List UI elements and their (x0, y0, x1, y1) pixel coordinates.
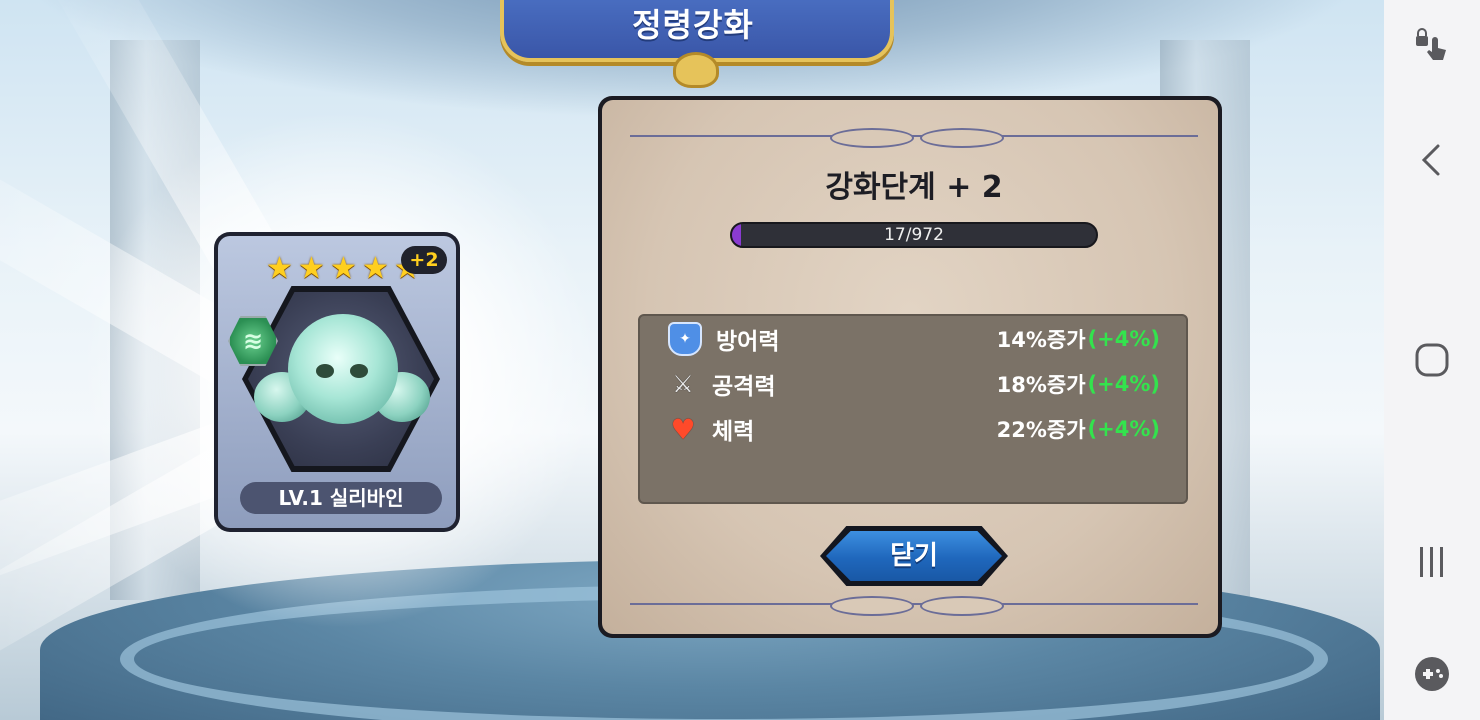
enhance-result-panel: 강화단계 + 2 17/972 ✦ 방어력 14%증가 (+4%) ⚔ 공격력 … (598, 96, 1222, 638)
enhance-level-badge: +2 (401, 246, 447, 274)
star-icon: ★ (298, 251, 325, 286)
stat-value: 14%증가 (996, 328, 1086, 352)
crossed-swords-icon: ⚔ (672, 370, 694, 398)
title-gem-ornament (673, 52, 719, 88)
stat-value: 22%증가 (996, 418, 1086, 442)
bottom-ornament (630, 594, 1198, 616)
stat-label: 체력 (712, 419, 755, 445)
star-icon: ★ (330, 251, 357, 286)
system-nav-bar (1384, 0, 1480, 720)
recents-icon[interactable] (1384, 532, 1480, 592)
back-icon[interactable] (1384, 130, 1480, 190)
close-button-label: 닫기 (890, 541, 938, 571)
star-icon: ★ (362, 251, 389, 286)
spirit-eye (350, 364, 368, 378)
stat-label: 공격력 (712, 374, 776, 400)
spirit-eye (316, 364, 334, 378)
touch-lock-icon[interactable] (1384, 16, 1480, 76)
game-tools-icon[interactable] (1384, 644, 1480, 704)
stat-value: 18%증가 (996, 373, 1086, 397)
stat-row-defense: ✦ 방어력 14%증가 (+4%) (668, 322, 1160, 356)
screen-title: 정령강화 (632, 6, 754, 44)
top-ornament (630, 126, 1198, 148)
enhance-progress-bar: 17/972 (730, 222, 1098, 248)
spirit-name: LV.1 실리바인 (240, 482, 442, 514)
stat-row-health: ♥ 체력 22%증가 (+4%) (668, 412, 1160, 446)
stat-label: 방어력 (716, 329, 780, 355)
close-button[interactable]: 닫기 (820, 526, 1008, 586)
stat-delta: (+4%) (1087, 417, 1160, 441)
parchment-background: 강화단계 + 2 17/972 ✦ 방어력 14%증가 (+4%) ⚔ 공격력 … (602, 100, 1218, 634)
enhance-stage-title: 강화단계 + 2 (825, 170, 1003, 205)
stat-delta: (+4%) (1087, 327, 1160, 351)
spirit-card-inner: ★ ★ ★ ★ ★ +2 ≋ LV.1 실리바인 (218, 236, 456, 528)
game-screen: 정령강화 ★ ★ ★ ★ ★ +2 ≋ LV.1 실리바인 (0, 0, 1384, 720)
title-banner: 정령강화 (478, 0, 908, 88)
stat-list: ✦ 방어력 14%증가 (+4%) ⚔ 공격력 18%증가 (+4%) ♥ 체력… (638, 314, 1188, 504)
home-icon[interactable] (1384, 330, 1480, 390)
spirit-portrait (288, 314, 398, 424)
star-icon: ★ (266, 251, 293, 286)
stat-row-attack: ⚔ 공격력 18%증가 (+4%) (668, 367, 1160, 401)
progress-text: 17/972 (884, 225, 944, 245)
stat-delta: (+4%) (1087, 372, 1160, 396)
shield-icon: ✦ (668, 322, 702, 356)
spirit-card[interactable]: ★ ★ ★ ★ ★ +2 ≋ LV.1 실리바인 (214, 232, 460, 532)
heart-icon: ♥ (670, 412, 696, 446)
